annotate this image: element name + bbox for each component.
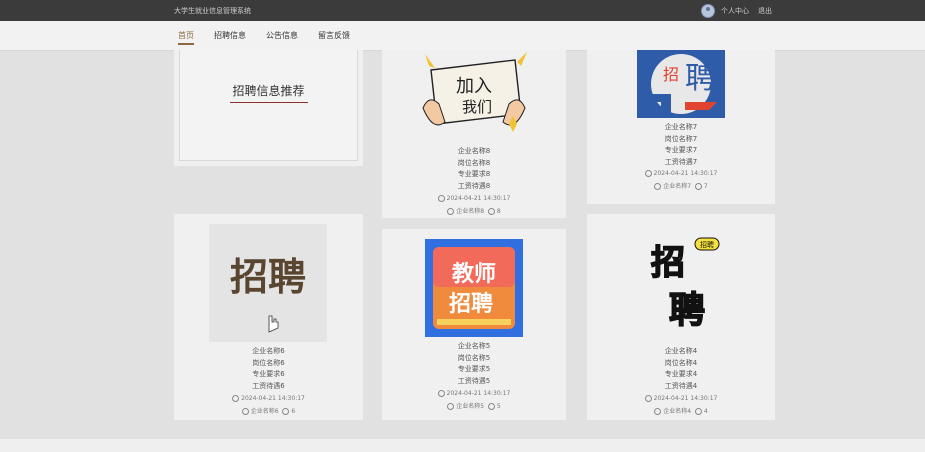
poster-text: 招聘 bbox=[700, 240, 714, 249]
poster-text: 加入 bbox=[456, 76, 492, 97]
nav-jobs[interactable]: 招聘信息 bbox=[214, 30, 246, 41]
major-requirement: 专业要求4 bbox=[664, 370, 698, 378]
clock-icon bbox=[437, 195, 445, 202]
job-poster-image: 招 聘 招聘 bbox=[629, 224, 733, 346]
star-icon[interactable] bbox=[487, 208, 495, 215]
poster-text: 聘 bbox=[685, 61, 715, 96]
clock-icon bbox=[644, 170, 652, 177]
recommend-card: 招聘信息推荐 bbox=[174, 50, 363, 166]
like-count: 8 bbox=[496, 208, 501, 215]
company-name: 企业名称4 bbox=[664, 347, 698, 355]
publish-time: 2024-04-21 14:30:17 bbox=[174, 395, 363, 402]
major-requirement: 专业要求8 bbox=[457, 170, 491, 178]
publisher: 企业名称6 bbox=[250, 408, 279, 415]
position-name: 岗位名称5 bbox=[457, 353, 491, 362]
publish-time: 2024-04-21 14:30:17 bbox=[382, 390, 566, 397]
clock-icon bbox=[437, 390, 445, 397]
poster-text: 教师 bbox=[452, 261, 496, 287]
job-poster-image: 教师 招聘 bbox=[425, 239, 523, 337]
main-nav: 首页 招聘信息 公告信息 留言反馈 bbox=[0, 21, 925, 51]
publisher: 企业名称7 bbox=[663, 183, 692, 190]
publisher: 企业名称8 bbox=[456, 208, 485, 215]
poster-text: 我们 bbox=[462, 98, 492, 116]
like-count: 7 bbox=[703, 183, 708, 190]
publish-time: 2024-04-21 14:30:17 bbox=[587, 170, 775, 177]
position-name: 岗位名称7 bbox=[664, 134, 698, 143]
publish-time: 2024-04-21 14:30:17 bbox=[382, 195, 566, 202]
nav-home[interactable]: 首页 bbox=[178, 30, 194, 45]
user-icon bbox=[447, 403, 455, 410]
position-name: 岗位名称8 bbox=[457, 158, 491, 167]
salary: 工资待遇8 bbox=[457, 181, 491, 190]
salary: 工资待遇4 bbox=[664, 381, 698, 390]
footer-strip bbox=[0, 439, 925, 452]
job-poster-image: 加入 我们 bbox=[417, 50, 531, 134]
like-count: 6 bbox=[291, 408, 296, 415]
company-name: 企业名称7 bbox=[664, 123, 698, 131]
major-requirement: 专业要求5 bbox=[457, 365, 491, 373]
company-name: 企业名称6 bbox=[252, 347, 285, 355]
user-center-link[interactable]: 个人中心 bbox=[721, 6, 749, 16]
clock-icon bbox=[232, 395, 240, 402]
user-icon bbox=[447, 208, 455, 215]
poster-text: 招聘 bbox=[449, 292, 493, 317]
publisher: 企业名称5 bbox=[456, 403, 485, 410]
job-card[interactable]: 招 聘 企业名称7 岗位名称7 专业要求7 工资待遇7 2024-04-21 1… bbox=[587, 50, 775, 204]
user-icon bbox=[654, 183, 662, 190]
star-icon[interactable] bbox=[694, 183, 702, 190]
publisher: 企业名称4 bbox=[663, 408, 692, 415]
job-card[interactable]: 招 聘 招聘 企业名称4 岗位名称4 专业要求4 工资待遇4 2024-04-2… bbox=[587, 214, 775, 420]
job-card[interactable]: 教师 招聘 企业名称5 岗位名称5 专业要求5 工资待遇5 2024-04-21… bbox=[382, 229, 566, 420]
salary: 工资待遇5 bbox=[457, 376, 491, 385]
star-icon[interactable] bbox=[487, 403, 495, 410]
like-count: 5 bbox=[496, 403, 501, 410]
position-name: 岗位名称6 bbox=[252, 358, 285, 367]
star-icon[interactable] bbox=[282, 408, 290, 415]
major-requirement: 专业要求7 bbox=[664, 146, 698, 154]
user-icon bbox=[654, 408, 662, 415]
clock-icon bbox=[644, 395, 652, 402]
avatar[interactable] bbox=[701, 4, 715, 18]
logout-link[interactable]: 退出 bbox=[758, 6, 772, 16]
publish-time: 2024-04-21 14:30:17 bbox=[587, 395, 775, 402]
salary: 工资待遇6 bbox=[252, 381, 285, 390]
company-name: 企业名称8 bbox=[457, 147, 491, 155]
recommend-title: 招聘信息推荐 bbox=[232, 84, 305, 98]
company-name: 企业名称5 bbox=[457, 342, 491, 350]
site-title: 大学生就业信息管理系统 bbox=[174, 7, 251, 15]
salary: 工资待遇7 bbox=[664, 157, 698, 166]
position-name: 岗位名称4 bbox=[664, 358, 698, 367]
poster-text: 招聘 bbox=[230, 255, 306, 299]
top-bar: 大学生就业信息管理系统 个人中心 退出 bbox=[0, 0, 925, 21]
nav-feedback[interactable]: 留言反馈 bbox=[318, 30, 350, 41]
poster-text: 聘 bbox=[669, 290, 705, 331]
poster-text: 招 bbox=[651, 243, 685, 283]
title-underline bbox=[230, 102, 308, 103]
major-requirement: 专业要求6 bbox=[252, 370, 285, 378]
star-icon[interactable] bbox=[694, 408, 702, 415]
poster-text: 招 bbox=[663, 65, 679, 84]
like-count: 4 bbox=[703, 408, 708, 415]
job-poster-image: 招 聘 bbox=[637, 50, 725, 118]
job-poster-image: 招聘 bbox=[209, 224, 327, 342]
nav-announcements[interactable]: 公告信息 bbox=[266, 30, 298, 41]
job-card[interactable]: 招聘 企业名称6 岗位名称6 专业要求6 工资待遇6 2024-04-21 14… bbox=[174, 214, 363, 420]
user-icon bbox=[241, 408, 249, 415]
job-card[interactable]: 加入 我们 企业名称8 岗位名称8 专业要求8 工资待遇8 2024-04-21… bbox=[382, 50, 566, 218]
